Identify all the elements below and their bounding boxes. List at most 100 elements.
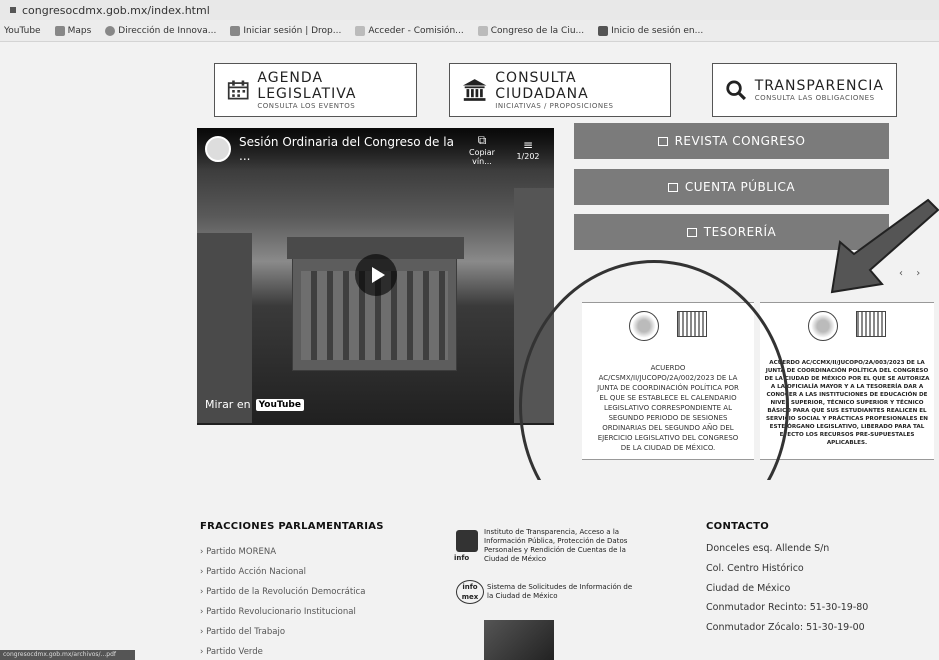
party-label: Partido Revolucionario Institucional: [206, 607, 356, 617]
playlist-count: 1/202: [516, 151, 540, 161]
party-label: Partido Verde: [206, 647, 263, 657]
bookmark-label: Dirección de Innova...: [118, 25, 217, 36]
bookmark-label: Inicio de sesión en...: [611, 25, 704, 36]
card-seals: [760, 311, 934, 341]
document-icon: [667, 182, 678, 192]
address-bar[interactable]: congresocdmx.gob.mx/index.html: [0, 0, 939, 20]
infomex-link[interactable]: Sistema de Solicitudes de Información de…: [487, 583, 637, 601]
bookmark-maps[interactable]: Maps: [54, 25, 92, 36]
video-title[interactable]: Sesión Ordinaria del Congreso de la ...: [239, 135, 454, 163]
button-label: CUENTA PÚBLICA: [684, 180, 796, 194]
bookmark-youtube[interactable]: YouTube: [4, 26, 41, 36]
party-link-verde[interactable]: › Partido Verde: [200, 647, 263, 657]
party-link-prd[interactable]: › Partido de la Revolución Democrática: [200, 587, 365, 597]
party-link-pri[interactable]: › Partido Revolucionario Institucional: [200, 607, 356, 617]
playlist-icon: ≡: [522, 137, 534, 152]
congress-seal-icon: [629, 311, 659, 341]
party-link-morena[interactable]: › Partido MORENA: [200, 547, 276, 557]
button-label: TESORERÍA: [703, 225, 777, 239]
video-header: Sesión Ordinaria del Congreso de la ... …: [197, 128, 554, 170]
button-title: TRANSPARENCIA: [754, 78, 884, 94]
bookmark-label: Maps: [67, 25, 92, 36]
info-institute-logo[interactable]: [456, 530, 478, 552]
page-icon: [355, 25, 366, 36]
bookmark-comision[interactable]: Acceder - Comisión...: [355, 25, 464, 36]
button-subtitle: CONSULTA LAS OBLIGACIONES: [754, 94, 875, 102]
consulta-ciudadana-button[interactable]: CONSULTA CIUDADANA INICIATIVAS / PROPOSIC…: [449, 63, 671, 117]
transparencia-button[interactable]: TRANSPARENCIA CONSULTA LAS OBLIGACIONES: [712, 63, 897, 117]
bookmark-label: Congreso de la Ciu...: [490, 25, 585, 36]
acuerdo-card-2[interactable]: ACUERDO AC/CCMX/II/JUCOPO/2A/003/2023 DE…: [760, 302, 934, 460]
acuerdo-text: ACUERDO AC/CSMX/II/JUCOPO/2A/002/2023 DE…: [597, 364, 739, 452]
contact-line: Ciudad de México: [706, 583, 791, 594]
globe-icon: [105, 25, 116, 36]
contact-line: Conmutador Zócalo: 51-30-19-00: [706, 622, 865, 633]
button-subtitle: INICIATIVAS / PROPOSICIONES: [495, 102, 614, 110]
thumbnail-building-left: [197, 233, 252, 423]
congress-seal-icon: [808, 311, 838, 341]
playlist-button[interactable]: ≡ 1/202: [510, 138, 546, 161]
bookmark-login[interactable]: Inicio de sesión en...: [598, 25, 704, 36]
calendar-icon: [227, 80, 249, 100]
bookmark-dropbox[interactable]: Iniciar sesión | Drop...: [230, 25, 342, 36]
contact-line: Col. Centro Histórico: [706, 563, 804, 574]
page-icon: [477, 25, 488, 36]
magazine-icon: [657, 136, 668, 146]
acuerdo-text: ACUERDO AC/CCMX/II/JUCOPO/2A/003/2023 DE…: [764, 360, 930, 446]
cuenta-publica-button[interactable]: CUENTA PÚBLICA: [574, 169, 889, 205]
youtube-logo: YouTube: [255, 398, 304, 411]
party-label: Partido MORENA: [206, 547, 277, 557]
carousel-next-button[interactable]: ›: [916, 268, 920, 279]
bookmarks-bar: YouTube Maps Dirección de Innova... Inic…: [0, 20, 939, 42]
bookmark-congreso[interactable]: Congreso de la Ciu...: [477, 25, 585, 36]
button-subtitle: CONSULTA LOS EVENTOS: [257, 102, 356, 110]
party-link-pt[interactable]: › Partido del Trabajo: [200, 627, 285, 637]
fracciones-title: FRACCIONES PARLAMENTARIAS: [200, 521, 384, 532]
watch-on-youtube-link[interactable]: Mirar en YouTube: [205, 398, 304, 411]
watch-on-label: Mirar en: [205, 398, 251, 411]
carousel-prev-button[interactable]: ‹: [899, 268, 903, 279]
party-label: Partido de la Revolución Democrática: [206, 587, 366, 597]
info-institute-link[interactable]: Instituto de Transparencia, Acceso a la …: [484, 528, 634, 564]
status-bar: congresocdmx.gob.mx/archivos/...pdf: [0, 650, 135, 660]
building-icon: [462, 79, 487, 101]
site-info-icon[interactable]: [10, 7, 16, 13]
acuerdo-card-1[interactable]: ACUERDO AC/CSMX/II/JUCOPO/2A/002/2023 DE…: [582, 302, 754, 460]
bookmark-label: Acceder - Comisión...: [368, 25, 464, 36]
button-label: REVISTA CONGRESO: [674, 134, 806, 148]
url-text[interactable]: congresocdmx.gob.mx/index.html: [22, 4, 210, 17]
party-link-pan[interactable]: › Partido Acción Nacional: [200, 567, 306, 577]
button-title: CONSULTA CIUDADANA: [495, 70, 589, 102]
party-label: Partido del Trabajo: [206, 627, 286, 637]
contact-line: Conmutador Recinto: 51-30-19-80: [706, 602, 869, 613]
tesoreria-button[interactable]: TESORERÍA: [574, 214, 889, 250]
info-logo-text: info: [454, 554, 470, 562]
bookmark-innovacion[interactable]: Dirección de Innova...: [105, 25, 217, 36]
copy-link-button[interactable]: ⧉ Copiar vín...: [464, 133, 500, 166]
maps-icon: [54, 25, 65, 36]
carousel-nav: ‹ ›: [899, 268, 920, 279]
dropbox-icon: [230, 25, 241, 36]
button-title: AGENDA LEGISLATIVA: [257, 70, 357, 102]
revista-congreso-button[interactable]: REVISTA CONGRESO: [574, 123, 889, 159]
party-label: Partido Acción Nacional: [206, 567, 306, 577]
bookmark-label: YouTube: [4, 25, 41, 36]
building-seal-icon: [856, 311, 886, 337]
infomex-logo[interactable]: info mex: [456, 580, 484, 604]
agenda-legislativa-button[interactable]: AGENDA LEGISLATIVA CONSULTA LOS EVENTOS: [214, 63, 417, 117]
building-seal-icon: [677, 311, 707, 337]
copy-link-label: Copiar vín...: [469, 147, 495, 166]
play-button[interactable]: [355, 254, 397, 296]
channel-avatar[interactable]: [205, 136, 231, 162]
contact-title: CONTACTO: [706, 521, 770, 532]
bookmark-label: Iniciar sesión | Drop...: [243, 25, 342, 36]
calculator-icon: [686, 227, 697, 237]
search-icon: [726, 80, 746, 101]
thumbnail-building-right: [514, 188, 554, 423]
copy-icon: ⧉: [477, 132, 487, 147]
contact-line: Donceles esq. Allende S/n: [706, 543, 830, 554]
card-seals: [582, 311, 754, 341]
youtube-video-embed[interactable]: Sesión Ordinaria del Congreso de la ... …: [197, 128, 554, 425]
login-icon: [598, 25, 609, 36]
footer-logo: [484, 620, 554, 660]
